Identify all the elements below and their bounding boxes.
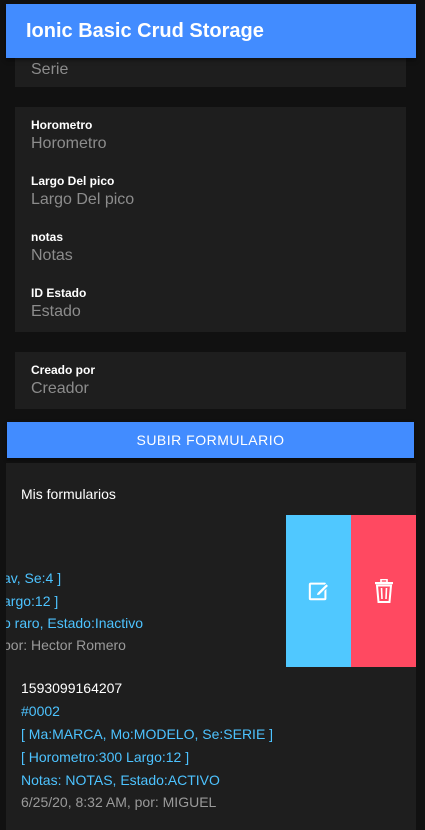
creado-input[interactable]: Creador	[31, 380, 391, 398]
app-toolbar: Ionic Basic Crud Storage	[6, 4, 416, 58]
forms-list: Mis formularios av, Se:4 ] argo:12 ] o r…	[6, 463, 416, 830]
submit-form-button[interactable]: SUBIR FORMULARIO	[7, 422, 414, 458]
notas-label: notas	[31, 230, 64, 244]
form-card-serie: Serie	[15, 58, 406, 87]
list-header: Mis formularios	[21, 486, 116, 502]
page-title: Ionic Basic Crud Storage	[26, 20, 264, 42]
app-screen: Ionic Basic Crud Storage Serie Horometro…	[0, 0, 425, 830]
item-meta: 6/25/20, 8:32 AM, por: MIGUEL	[21, 794, 217, 810]
form-card-creator: Creado por Creador	[15, 352, 406, 409]
item-meta: por: Hector Romero	[6, 637, 126, 653]
list-item[interactable]: 1593099164207 #0002 [ Ma:MARCA, Mo:MODEL…	[6, 667, 416, 830]
creado-label: Creado por	[31, 363, 96, 377]
item-notes: o raro, Estado:Inactivo	[6, 615, 144, 631]
form-card-details: Horometro Horometro Largo Del pico Largo…	[15, 107, 406, 332]
largo-label: Largo Del pico	[31, 174, 115, 188]
list-item[interactable]: av, Se:4 ] argo:12 ] o raro, Estado:Inac…	[6, 515, 416, 667]
largo-input[interactable]: Largo Del pico	[31, 191, 391, 209]
item-id: 1593099164207	[21, 680, 123, 696]
estado-label: ID Estado	[31, 286, 87, 300]
content-area[interactable]: Serie Horometro Horometro Largo Del pico…	[6, 58, 416, 830]
item-metrics: argo:12 ]	[6, 593, 59, 609]
horometro-input[interactable]: Horometro	[31, 135, 391, 153]
item-equipment: [ Ma:MARCA, Mo:MODELO, Se:SERIE ]	[21, 726, 274, 742]
estado-input[interactable]: Estado	[31, 303, 391, 321]
edit-icon	[308, 582, 329, 601]
horometro-label: Horometro	[31, 118, 93, 132]
item-metrics: [ Horometro:300 Largo:12 ]	[21, 749, 190, 765]
trash-icon	[374, 579, 393, 603]
item-equipment: av, Se:4 ]	[6, 570, 62, 586]
edit-button[interactable]	[286, 515, 351, 667]
item-number: #0002	[21, 703, 60, 719]
serie-input[interactable]: Serie	[31, 61, 391, 79]
notas-input[interactable]: Notas	[31, 247, 391, 265]
delete-button[interactable]	[351, 515, 416, 667]
item-notes: Notas: NOTAS, Estado:ACTIVO	[21, 772, 220, 788]
